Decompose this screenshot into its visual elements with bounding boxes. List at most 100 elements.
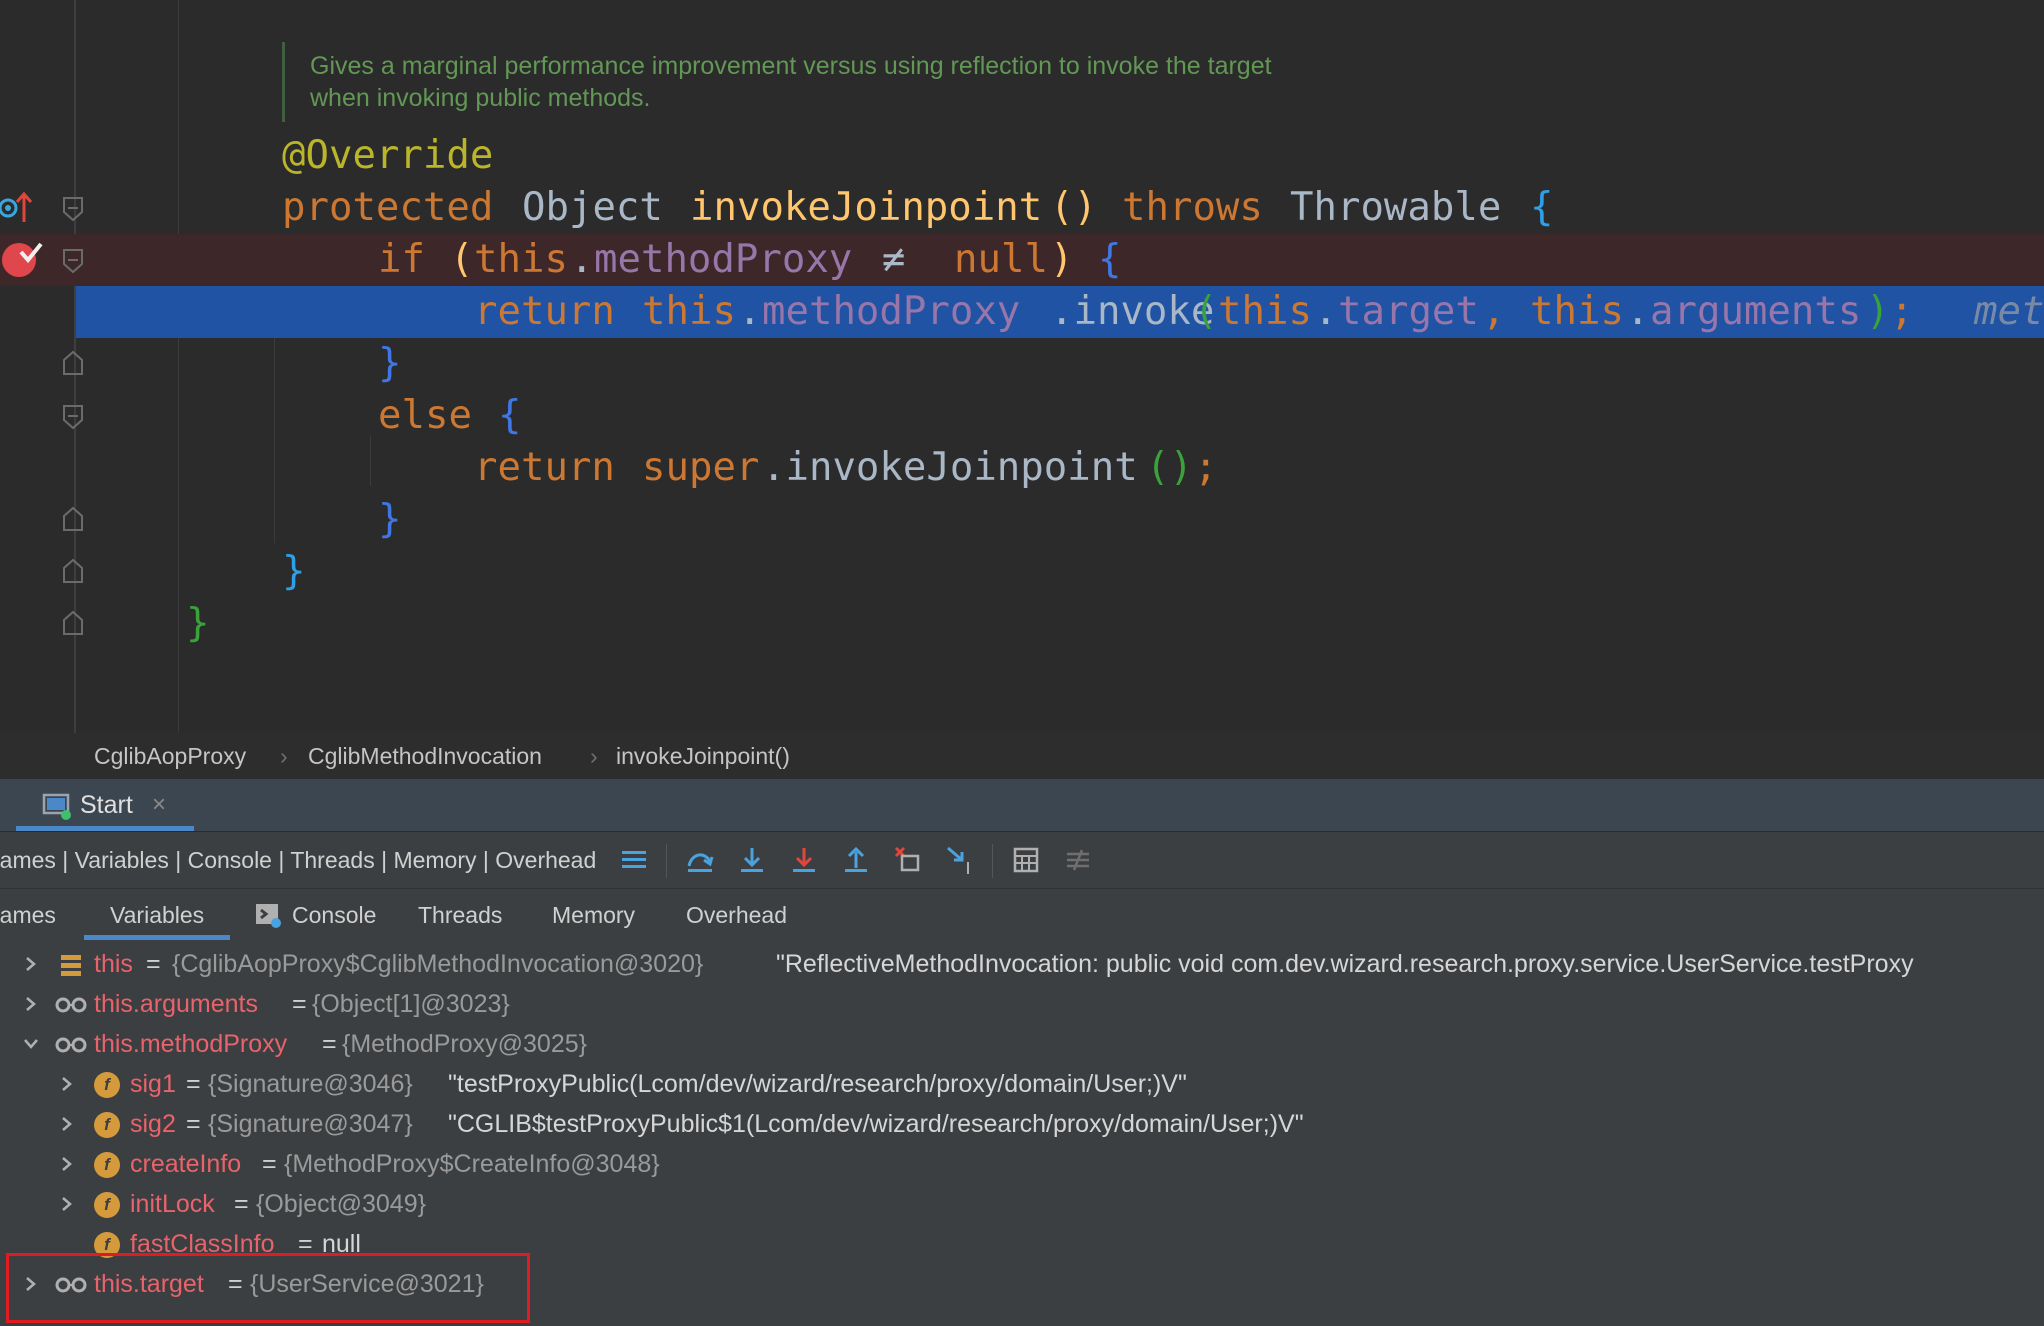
run-to-cursor-icon[interactable] bbox=[944, 844, 976, 876]
step-over-icon[interactable] bbox=[684, 844, 716, 876]
variable-row-arguments[interactable]: this.arguments = {Object[1]@3023} bbox=[0, 984, 2044, 1024]
paren-token: ( bbox=[1194, 289, 1218, 334]
debug-session-tab[interactable]: Start × bbox=[16, 779, 194, 831]
semicolon-token: ; bbox=[1194, 445, 1218, 490]
chevron-right-icon[interactable] bbox=[22, 944, 40, 984]
paren-token: () bbox=[1146, 445, 1193, 490]
tab-console[interactable]: Console bbox=[292, 889, 376, 941]
code-line-close-else[interactable]: } bbox=[0, 494, 2044, 546]
brace-token: } bbox=[186, 601, 210, 646]
paren-token: ( bbox=[450, 237, 474, 282]
step-out-icon[interactable] bbox=[840, 844, 872, 876]
code-line-if-breakpoint[interactable]: if ( this . methodProxy ≠ null ) { bbox=[0, 234, 2044, 286]
force-step-into-icon[interactable] bbox=[788, 844, 820, 876]
keyword-token: this bbox=[1218, 289, 1312, 334]
breadcrumb: CglibAopProxy › CglibMethodInvocation › … bbox=[0, 733, 2044, 779]
chevron-right-icon[interactable] bbox=[58, 1064, 76, 1104]
variable-row-sig1[interactable]: f sig1 = {Signature@3046} "testProxyPubl… bbox=[0, 1064, 2044, 1104]
chevron-right-icon[interactable] bbox=[58, 1104, 76, 1144]
variable-row-createinfo[interactable]: f createInfo = {MethodProxy$CreateInfo@3… bbox=[0, 1144, 2044, 1184]
tab-variables[interactable]: Variables bbox=[110, 889, 204, 941]
breadcrumb-item-method[interactable]: invokeJoinpoint() bbox=[616, 733, 790, 779]
code-line-close-class[interactable]: } bbox=[0, 598, 2044, 650]
tab-memory[interactable]: Memory bbox=[552, 889, 635, 941]
variable-equals: = bbox=[262, 1150, 277, 1178]
fold-marker-icon[interactable] bbox=[62, 196, 84, 222]
fold-end-marker-icon[interactable] bbox=[62, 558, 84, 584]
keyword-token: return bbox=[474, 445, 615, 490]
fold-end-marker-icon[interactable] bbox=[62, 610, 84, 636]
close-icon[interactable]: × bbox=[152, 779, 166, 831]
variable-type: {Object[1]@3023} bbox=[312, 990, 510, 1018]
chevron-right-icon[interactable] bbox=[22, 984, 40, 1024]
variable-row-this[interactable]: this = {CglibAopProxy$CglibMethodInvocat… bbox=[0, 944, 2044, 984]
code-line-close-if[interactable]: } bbox=[0, 338, 2044, 390]
variable-type: {MethodProxy$CreateInfo@3048} bbox=[284, 1150, 660, 1178]
variable-value: "testProxyPublic(Lcom/dev/wizard/researc… bbox=[448, 1070, 1187, 1098]
fold-marker-icon[interactable] bbox=[62, 248, 84, 274]
paren-token: ) bbox=[1866, 289, 1890, 334]
variable-type: {Object@3049} bbox=[256, 1190, 426, 1218]
method-call-token: .invokeJoinpoint bbox=[762, 445, 1138, 490]
field-token: methodProxy bbox=[594, 237, 853, 282]
comma-token: , bbox=[1482, 289, 1506, 334]
fold-marker-icon[interactable] bbox=[62, 404, 84, 430]
code-line-current-execution[interactable]: return this . methodProxy .invoke ( this… bbox=[76, 286, 2044, 338]
tab-frames[interactable]: rames bbox=[0, 889, 56, 941]
keyword-token: protected bbox=[282, 185, 494, 230]
fold-end-marker-icon[interactable] bbox=[62, 506, 84, 532]
variable-row-initlock[interactable]: f initLock = {Object@3049} bbox=[0, 1184, 2044, 1224]
debug-toolbar: rames | Variables | Console | Threads | … bbox=[0, 831, 2044, 889]
evaluate-expression-icon[interactable] bbox=[1010, 844, 1042, 876]
variable-name: this bbox=[94, 950, 133, 978]
breadcrumb-item-inner-class[interactable]: CglibMethodInvocation bbox=[308, 733, 542, 779]
chevron-right-icon[interactable] bbox=[58, 1184, 76, 1224]
tab-overhead[interactable]: Overhead bbox=[686, 889, 787, 941]
chevron-right-icon[interactable] bbox=[58, 1144, 76, 1184]
override-icon[interactable] bbox=[0, 190, 34, 226]
code-line-close-method[interactable]: } bbox=[0, 546, 2044, 598]
code-line-else[interactable]: else { bbox=[0, 390, 2044, 442]
debugger-tabs: rames Variables Console Threads Memory O… bbox=[0, 888, 2044, 941]
breadcrumb-item-class[interactable]: CglibAopProxy bbox=[94, 733, 246, 779]
field-icon: f bbox=[94, 1072, 120, 1098]
chevron-down-icon[interactable] bbox=[22, 1024, 40, 1064]
keyword-token: else bbox=[378, 393, 472, 438]
keyword-token: super bbox=[642, 445, 760, 490]
step-into-icon[interactable] bbox=[736, 844, 768, 876]
menu-lines-icon[interactable] bbox=[618, 844, 650, 876]
code-line-return-super[interactable]: return super .invokeJoinpoint () ; bbox=[0, 442, 2044, 494]
debug-tool-window-header: Start × bbox=[0, 779, 2044, 831]
layout-tabs-label[interactable]: rames | Variables | Console | Threads | … bbox=[0, 832, 596, 889]
fold-end-marker-icon[interactable] bbox=[62, 350, 84, 376]
variable-row-methodproxy[interactable]: this.methodProxy = {MethodProxy@3025} bbox=[0, 1024, 2044, 1064]
variable-equals: = bbox=[146, 950, 161, 978]
chevron-right-icon: › bbox=[280, 743, 288, 769]
variable-value: "CGLIB$testProxyPublic$1(Lcom/dev/wizard… bbox=[448, 1110, 1304, 1138]
variable-name: this.arguments bbox=[94, 990, 258, 1018]
operator-token: ≠ bbox=[882, 237, 906, 282]
breakpoint-icon[interactable] bbox=[0, 238, 44, 278]
keyword-token: if bbox=[378, 237, 425, 282]
type-token: Throwable bbox=[1290, 185, 1502, 230]
variable-name: initLock bbox=[130, 1190, 215, 1218]
variable-name: this.methodProxy bbox=[94, 1030, 288, 1058]
code-line-annotation[interactable]: @Override bbox=[0, 130, 2044, 182]
variable-equals: = bbox=[234, 1190, 249, 1218]
code-editor[interactable]: Gives a marginal performance improvement… bbox=[0, 0, 2044, 733]
variable-equals: = bbox=[186, 1110, 201, 1138]
variable-equals: = bbox=[186, 1070, 201, 1098]
variable-row-sig2[interactable]: f sig2 = {Signature@3047} "CGLIB$testPro… bbox=[0, 1104, 2044, 1144]
keyword-token: return bbox=[474, 289, 615, 334]
code-line-signature[interactable]: protected Object invokeJoinpoint () thro… bbox=[0, 182, 2044, 234]
keyword-token: throws bbox=[1122, 185, 1263, 230]
tab-threads[interactable]: Threads bbox=[418, 889, 502, 941]
variable-type: {MethodProxy@3025} bbox=[342, 1030, 587, 1058]
trace-stream-icon[interactable] bbox=[1062, 844, 1094, 876]
field-icon: f bbox=[94, 1152, 120, 1178]
paren-token: () bbox=[1050, 185, 1097, 230]
variable-name: sig2 bbox=[130, 1110, 176, 1138]
drop-frame-icon[interactable] bbox=[892, 844, 924, 876]
variable-value: "ReflectiveMethodInvocation: public void… bbox=[776, 950, 1914, 978]
field-token: arguments bbox=[1650, 289, 1862, 334]
